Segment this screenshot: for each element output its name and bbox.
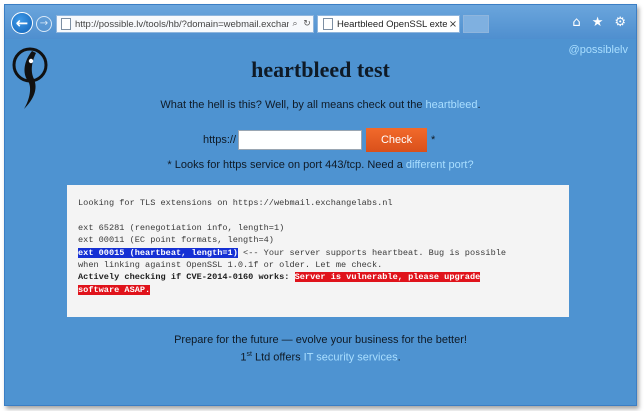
address-bar[interactable]: http://possible.lv/tools/hb/?domain=webm… bbox=[56, 15, 314, 33]
subtitle: What the hell is this? Well, by all mean… bbox=[5, 99, 636, 111]
footnote-asterisk: * bbox=[431, 134, 436, 146]
browser-icons: ⌂ ★ ⚙ bbox=[572, 16, 626, 30]
tab-title: Heartbleed OpenSSL extens... bbox=[337, 18, 447, 30]
vulnerable-warning-cont: software ASAP. bbox=[78, 284, 151, 295]
result-ext-renegotiation: ext 65281 (renegotiation info, length=1) bbox=[78, 222, 285, 233]
result-output: Looking for TLS extensions on https://we… bbox=[67, 185, 569, 317]
search-icon[interactable]: ⌕ bbox=[289, 19, 301, 29]
active-check-label: Actively checking if CVE-2014-0160 works… bbox=[78, 272, 295, 283]
hostname-input[interactable] bbox=[238, 130, 363, 150]
settings-gear-icon[interactable]: ⚙ bbox=[614, 16, 626, 30]
favorites-star-icon[interactable]: ★ bbox=[592, 16, 604, 30]
refresh-icon[interactable]: ↻ bbox=[301, 19, 313, 29]
new-tab-button[interactable] bbox=[463, 15, 489, 33]
tab-close-button[interactable]: × bbox=[447, 19, 459, 30]
tab-page-icon bbox=[323, 18, 333, 30]
address-url[interactable]: http://possible.lv/tools/hb/?domain=webm… bbox=[75, 19, 289, 30]
vulnerable-warning-cont-line: software ASAP. bbox=[78, 284, 558, 296]
check-form: https:// Check * bbox=[203, 128, 435, 152]
tab-heartbleed[interactable]: Heartbleed OpenSSL extens... × bbox=[317, 15, 460, 33]
browser-toolbar: ← → http://possible.lv/tools/hb/?domain=… bbox=[5, 5, 636, 39]
browser-window: ← → http://possible.lv/tools/hb/?domain=… bbox=[4, 4, 637, 406]
subtitle-period: . bbox=[477, 99, 481, 111]
protocol-label: https:// bbox=[203, 134, 237, 146]
page-title: heartbleed test bbox=[251, 57, 390, 82]
heartbleed-link[interactable]: heartbleed bbox=[426, 99, 478, 111]
home-icon[interactable]: ⌂ bbox=[572, 16, 580, 30]
page-content: @possiblelv heartbleed test What the hel… bbox=[5, 39, 636, 405]
result-ext-ec-point: ext 00011 (EC point formats, length=4) bbox=[78, 235, 274, 246]
heartbeat-comment: <-- Your server supports heartbeat. Bug … bbox=[237, 247, 507, 258]
footer-period: . bbox=[397, 351, 401, 364]
footer-offers: Ltd offers bbox=[251, 351, 304, 364]
port-note-text: * Looks for https service on port 443/tc… bbox=[167, 159, 406, 171]
it-security-link[interactable]: IT security services bbox=[304, 352, 398, 364]
forward-button[interactable]: → bbox=[36, 16, 52, 32]
result-spacer bbox=[78, 209, 558, 221]
port-note: * Looks for https service on port 443/tc… bbox=[5, 159, 636, 171]
result-ext-heartbeat: ext 00015 (heartbeat, length=1) <-- Your… bbox=[78, 247, 558, 259]
vulnerable-warning: Server is vulnerable, please upgrade bbox=[294, 272, 481, 283]
twitter-link[interactable]: @possiblelv bbox=[569, 44, 628, 56]
heartbeat-comment-cont: when linking against OpenSSL 1.0.1f or o… bbox=[78, 260, 383, 271]
back-button[interactable]: ← bbox=[11, 12, 33, 34]
subtitle-text: What the hell is this? Well, by all mean… bbox=[160, 99, 426, 111]
page-icon bbox=[61, 18, 71, 30]
result-active-check: Actively checking if CVE-2014-0160 works… bbox=[78, 271, 558, 283]
result-heading: Looking for TLS extensions on https://we… bbox=[78, 198, 393, 208]
footer-company-line: 1st Ltd offers IT security services. bbox=[5, 351, 636, 364]
different-port-link[interactable]: different port? bbox=[406, 159, 474, 171]
check-button[interactable]: Check bbox=[366, 128, 428, 152]
heartbeat-highlight: ext 00015 (heartbeat, length=1) bbox=[78, 247, 238, 258]
footer-tagline: Prepare for the future — evolve your bus… bbox=[174, 334, 467, 346]
